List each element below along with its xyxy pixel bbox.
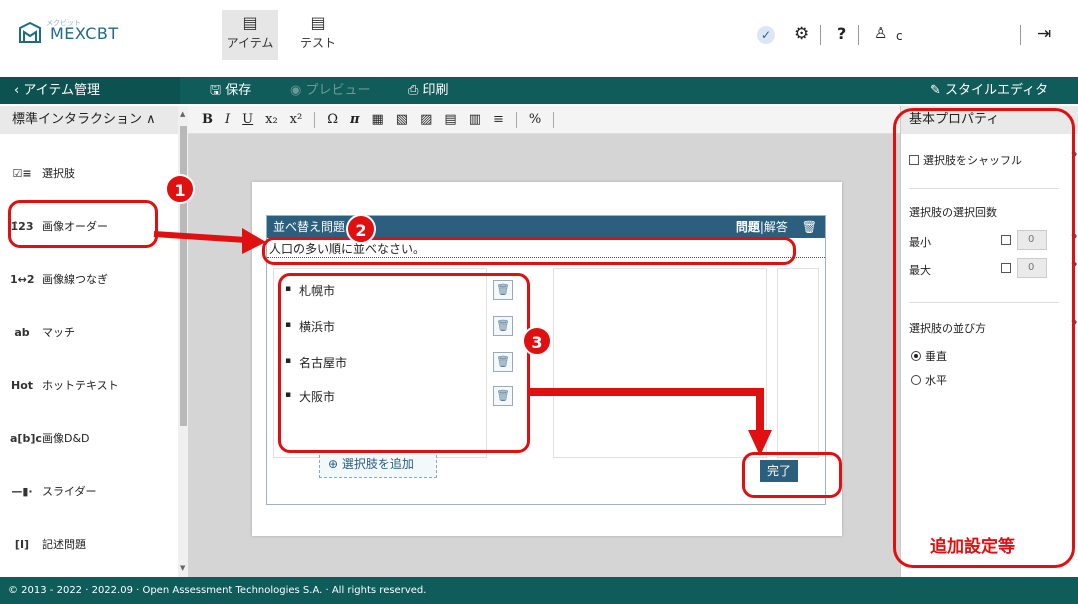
sidebar-item-label: マッチ: [42, 326, 75, 339]
logo-subtitle: メクビット: [46, 19, 81, 27]
add-choice-button[interactable]: ⊕ 選択肢を追加: [319, 450, 437, 478]
interaction-tabs: 問題|解答 🗑: [736, 216, 817, 238]
tab-question[interactable]: 問題: [736, 220, 760, 234]
annotation-badge-1: 1: [165, 174, 195, 204]
align-button[interactable]: ≡: [493, 112, 504, 127]
save-label: 保存: [225, 83, 252, 98]
sidebar-item-label: 記述問題: [42, 538, 86, 551]
sidebar-item-slider[interactable]: —▮· スライダー: [10, 476, 97, 506]
user-name[interactable]: c: [896, 29, 903, 43]
logo-mark-icon: [19, 22, 41, 43]
tab-answer[interactable]: 解答: [764, 220, 788, 234]
gap-match-icon: a[b]c: [10, 431, 42, 445]
save-button[interactable]: 🖫 保存: [210, 77, 251, 104]
bold-button[interactable]: B: [202, 112, 213, 127]
help-icon[interactable]: ?: [837, 24, 846, 43]
document-icon: ▤: [310, 13, 326, 32]
editor-toolbar: B I U x₂ x² Ω π ▦ ▧ ▨ ▤ ▥ ≡ %: [188, 106, 900, 134]
text-field-icon: [I]: [14, 537, 30, 551]
sidebar-item-match[interactable]: ab マッチ: [10, 317, 75, 347]
toolbar-divider: [515, 111, 517, 128]
document-icon: ▤: [242, 13, 258, 32]
interaction-title: 並べ替え問題: [273, 220, 346, 234]
special-char-button[interactable]: Ω: [327, 112, 338, 127]
tab-test[interactable]: ▤ テスト: [290, 10, 346, 60]
math-button[interactable]: π: [350, 112, 360, 127]
toolbar-divider: [314, 111, 316, 128]
print-icon: ⎙: [408, 83, 423, 98]
tab-test-label: テスト: [299, 36, 336, 50]
extra-settings-label: 追加設定等: [930, 537, 1015, 557]
sidebar-item-hottext[interactable]: Hot ホットテキスト: [10, 370, 119, 400]
check-icon[interactable]: ✓: [757, 26, 775, 44]
footer: © 2013 - 2022 · 2022.09 · Open Assessmen…: [0, 577, 1078, 604]
match-icon: ab: [14, 325, 30, 339]
style-editor-label: スタイルエディタ: [945, 83, 1049, 98]
top-header: MEXCBT メクビット ▤ アイテム ▤ テスト ✓ ⚙ ? ♙ c ⇥: [0, 0, 1078, 72]
save-icon: 🖫: [210, 83, 226, 98]
divider: [820, 25, 821, 45]
gear-icon[interactable]: ⚙: [794, 24, 809, 44]
style-editor-button[interactable]: ✎ スタイルエディタ: [930, 77, 1048, 104]
sidebar-item-image-line[interactable]: 1↔2 画像線つなぎ: [10, 264, 108, 294]
tab-item-label: アイテム: [226, 36, 274, 50]
toolbar-divider: [553, 111, 555, 128]
annotation-badge-2: 2: [346, 214, 376, 244]
back-to-item-management-button[interactable]: ‹ アイテム管理: [0, 77, 180, 104]
italic-button[interactable]: I: [225, 112, 230, 127]
divider: [858, 25, 859, 45]
link-button[interactable]: %: [529, 112, 541, 127]
interaction-sidebar: 標準インタラクション ∧ ☑≡ 選択肢 1̂23 画像オーダー 1↔2 画像線つ…: [0, 106, 188, 577]
user-icon[interactable]: ♙: [874, 24, 887, 42]
hottext-icon: Hot: [10, 378, 34, 392]
brush-icon: ✎: [930, 83, 946, 98]
highlight-done-button: [742, 452, 842, 498]
highlight-property-panel: [893, 108, 1075, 568]
image-button[interactable]: ▧: [396, 112, 408, 127]
logout-icon[interactable]: ⇥: [1037, 24, 1051, 44]
action-bar: ‹ アイテム管理 🖫 保存 ◉ プレビュー ⎙ 印刷 ✎ スタイルエディタ: [0, 77, 1078, 104]
include-button[interactable]: ▨: [420, 112, 432, 127]
sidebar-item-label: 画像線つなぎ: [42, 273, 108, 286]
highlight-image-order: [8, 200, 158, 248]
tab-item[interactable]: ▤ アイテム: [222, 10, 278, 60]
arrow-1-annotation: [153, 228, 266, 254]
eye-icon: ◉: [290, 83, 306, 98]
print-button[interactable]: ⎙ 印刷: [408, 77, 449, 104]
arrow-3-annotation: [528, 388, 772, 456]
sidebar-item-image-dnd[interactable]: a[b]c 画像D&D: [10, 423, 90, 453]
app: MEXCBT メクビット ▤ アイテム ▤ テスト ✓ ⚙ ? ♙ c ⇥ ‹ …: [0, 0, 1078, 604]
choice-icon: ☑≡: [12, 166, 32, 180]
scroll-down-icon[interactable]: ▼: [180, 564, 185, 572]
sidebar-item-label: ホットテキスト: [42, 379, 119, 392]
line-match-icon: 1↔2: [10, 272, 35, 286]
sidebar-item-label: 選択肢: [42, 167, 75, 180]
divider: [1020, 25, 1021, 45]
table-button[interactable]: ▤: [444, 112, 456, 127]
delete-interaction-icon[interactable]: 🗑: [802, 220, 817, 234]
sidebar-item-label: スライダー: [42, 485, 97, 498]
preview-button[interactable]: ◉ プレビュー: [290, 77, 371, 104]
sidebar-item-label: 画像D&D: [42, 432, 90, 445]
preview-label: プレビュー: [305, 83, 371, 98]
sidebar-item-essay[interactable]: [I] 記述問題: [10, 529, 86, 559]
highlight-choices: [278, 273, 530, 453]
sidebar-scroll-thumb[interactable]: [180, 126, 187, 426]
print-label: 印刷: [422, 83, 449, 98]
scroll-up-icon[interactable]: ▲: [180, 110, 185, 118]
sidebar-title[interactable]: 標準インタラクション ∧: [0, 106, 188, 134]
annotation-badge-3: 3: [522, 326, 552, 356]
sidebar-item-choice[interactable]: ☑≡ 選択肢: [10, 158, 75, 188]
underline-button[interactable]: U: [242, 112, 253, 127]
subscript-button[interactable]: x₂: [265, 112, 278, 127]
highlight-prompt: [262, 237, 796, 265]
superscript-button[interactable]: x²: [290, 112, 303, 127]
tooltip-button[interactable]: ▥: [469, 112, 481, 127]
slider-icon: —▮·: [11, 484, 33, 498]
media-button[interactable]: ▦: [372, 112, 384, 127]
